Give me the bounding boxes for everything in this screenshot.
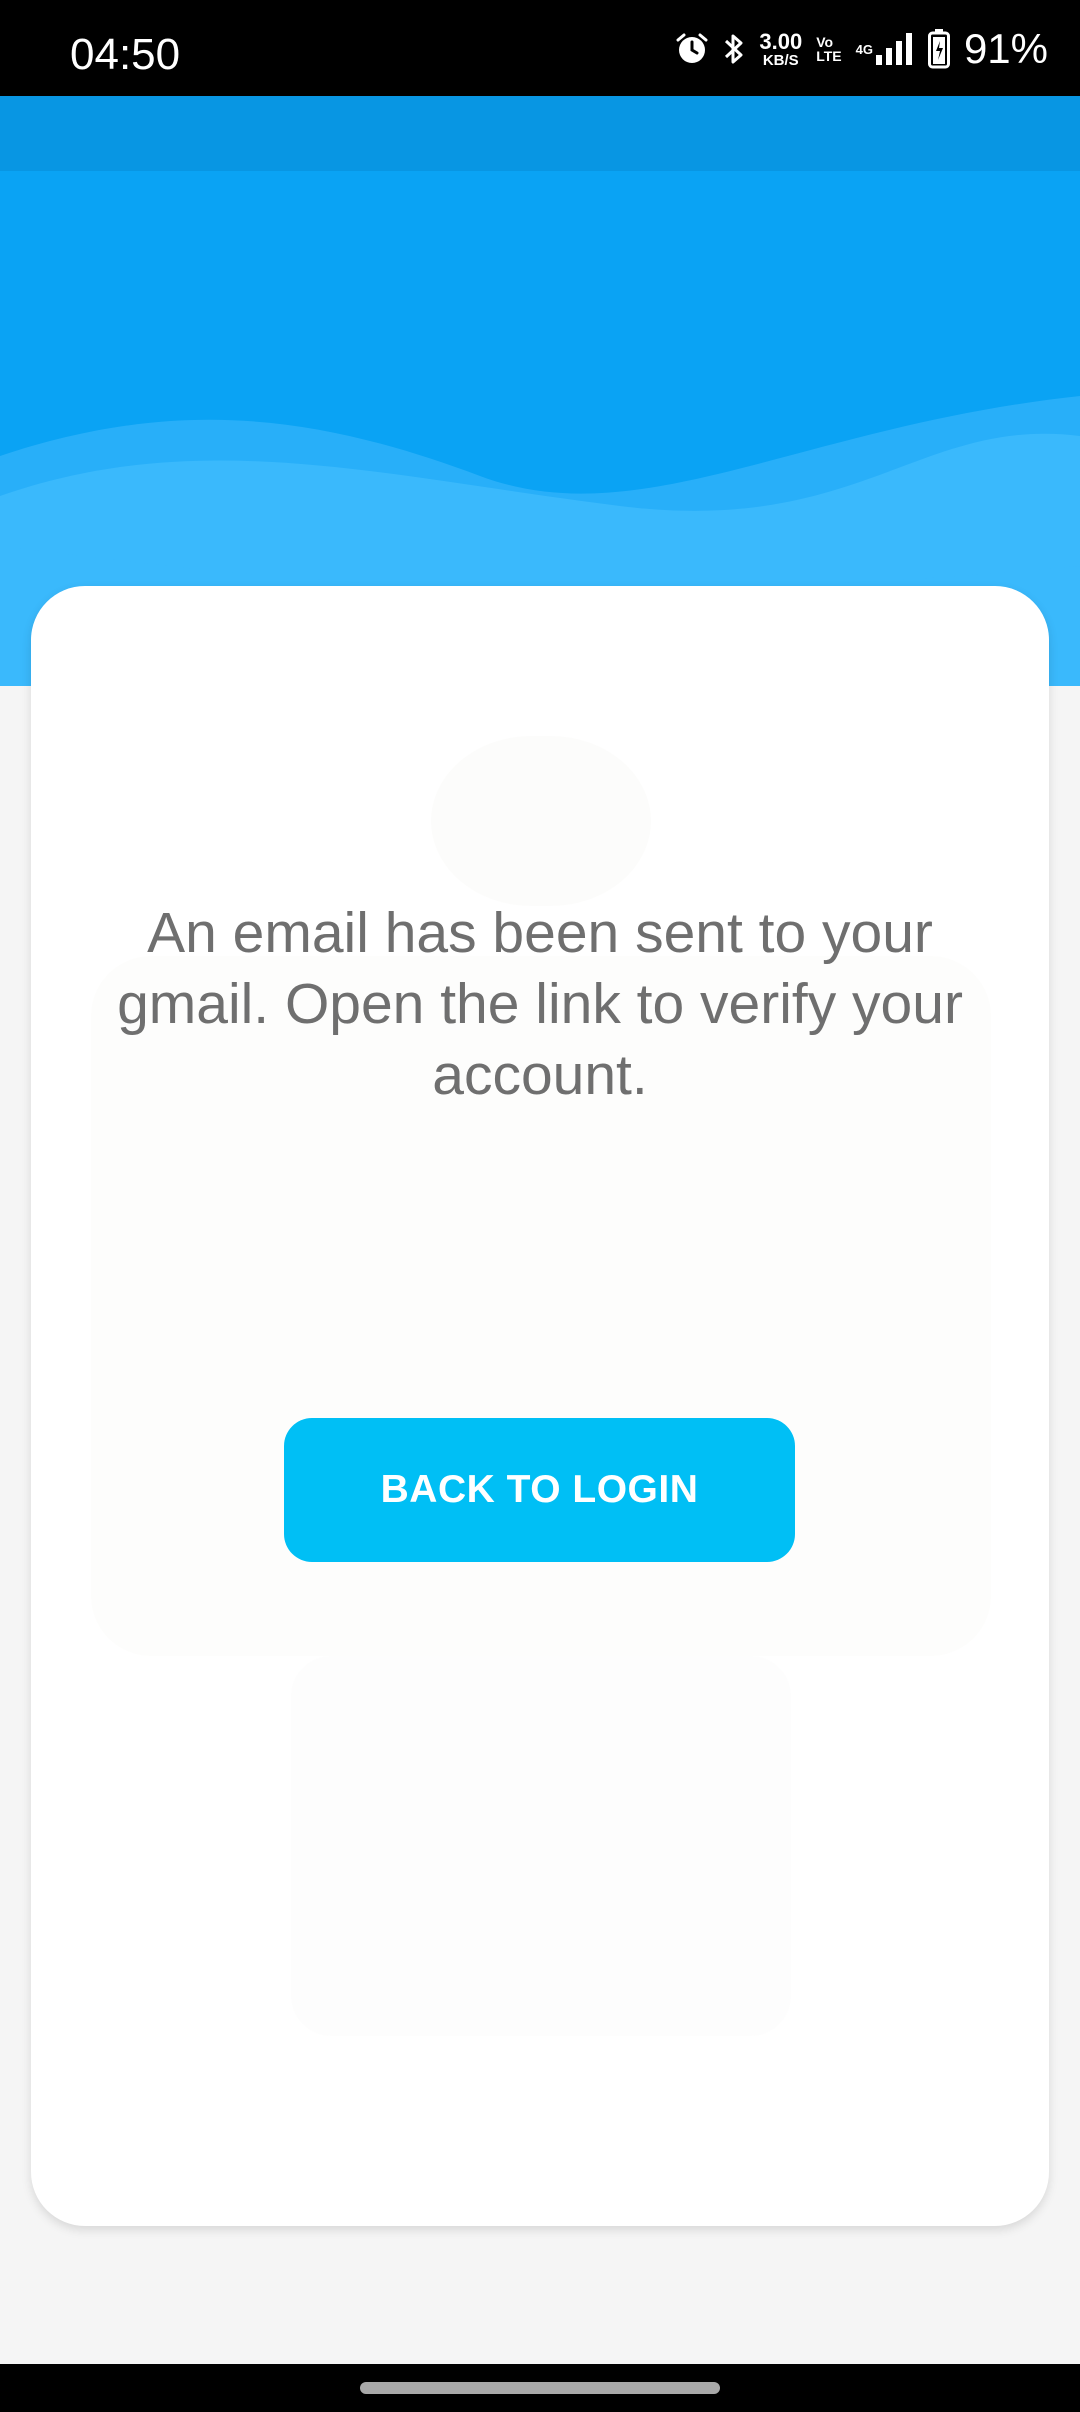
volte-indicator: Vo LTE	[816, 35, 841, 63]
network-speed-unit: KB/S	[762, 51, 799, 69]
verification-message: An email has been sent to your gmail. Op…	[117, 901, 963, 1107]
battery-icon	[927, 29, 950, 69]
volte-bottom: LTE	[816, 48, 842, 64]
back-to-login-button[interactable]: BACK TO LOGIN	[284, 1418, 795, 1562]
network-speed: 3.00 KB/S	[759, 28, 803, 69]
alarm-icon	[675, 32, 709, 66]
signal-icon: 4G	[856, 33, 914, 65]
network-type-label: 4G	[855, 41, 873, 57]
navigation-bar	[0, 2364, 1080, 2412]
network-speed-value: 3.00	[759, 28, 803, 54]
battery-percent: 91%	[963, 25, 1048, 72]
status-bar: 04:50 3.00 KB/S Vo LTE 4G 91%	[0, 0, 1080, 96]
status-icons: 3.00 KB/S Vo LTE 4G 91%	[675, 25, 1048, 72]
verification-card: An email has been sent to your gmail. Op…	[31, 586, 1049, 2226]
volte-top: Vo	[816, 34, 834, 50]
bluetooth-icon	[723, 31, 745, 67]
status-time: 04:50	[70, 30, 181, 79]
home-indicator[interactable]	[360, 2382, 720, 2394]
